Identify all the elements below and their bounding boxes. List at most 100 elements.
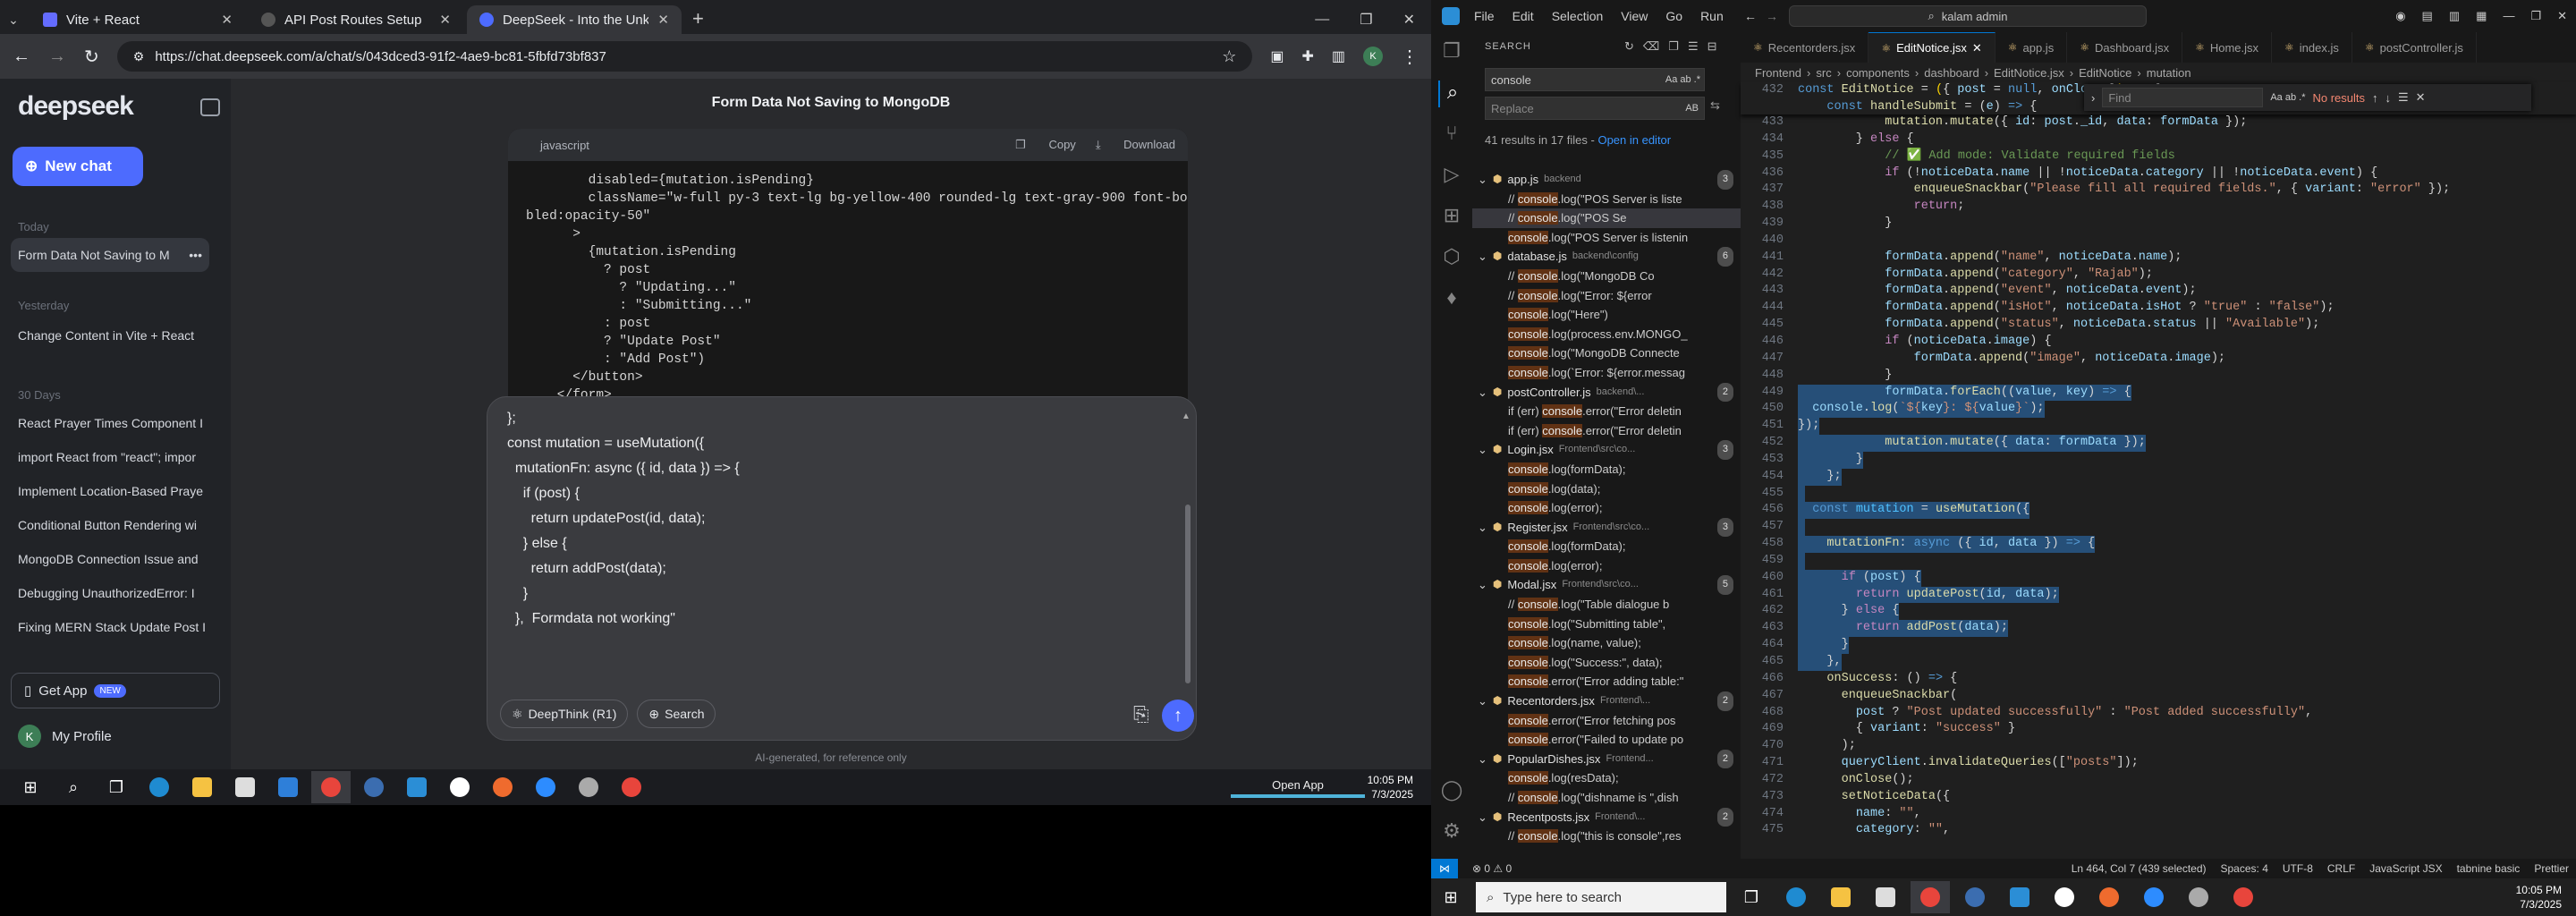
result-file[interactable]: ⌄ ⬢ Register.jsx Frontend\src\co... 3 — [1472, 517, 1741, 538]
windows-start-icon[interactable]: ⊞ — [11, 771, 50, 803]
result-match[interactable]: console.log("POS Server is listenin — [1472, 228, 1741, 248]
replace-all-icon[interactable]: ⇆ — [1710, 98, 1720, 113]
find-options-icon[interactable]: Aa ab .* — [2270, 92, 2305, 103]
reload-icon[interactable]: ↻ — [84, 46, 99, 68]
app-icon[interactable] — [1955, 881, 1995, 913]
taskbar-search[interactable]: ⌕ Type here to search — [1476, 882, 1726, 912]
app-icon[interactable] — [354, 771, 394, 803]
new-chat-button[interactable]: ⊕ New chat — [13, 147, 143, 186]
code-line[interactable]: 461 return updatePost(id, data); — [1741, 586, 2546, 604]
result-file[interactable]: ⌄ ⬢ database.js backend\config 6 — [1472, 247, 1741, 267]
chat-item[interactable]: Change Content in Vite + React — [11, 318, 209, 352]
code-line[interactable]: 460 if (post) { — [1741, 569, 2546, 587]
input-scrollbar[interactable] — [1185, 505, 1191, 683]
prev-match-icon[interactable]: ↑ — [2372, 91, 2378, 105]
collapse-all-icon[interactable]: ⊟ — [1707, 39, 1717, 54]
get-app-button[interactable]: ▯ Get App NEW — [11, 673, 220, 708]
task-view-icon[interactable]: ❐ — [1732, 881, 1771, 913]
code-line[interactable]: 434 } else { — [1741, 131, 2546, 148]
explorer-icon[interactable]: ❐ — [1438, 39, 1465, 66]
editor-tab[interactable]: ⚛ EditNotice.jsx ✕ — [1868, 32, 1996, 63]
result-match[interactable]: // console.log("this is console",res — [1472, 827, 1741, 846]
chrome-icon[interactable] — [1911, 881, 1950, 913]
breadcrumb-item[interactable]: EditNotice — [2079, 66, 2131, 80]
breadcrumb-item[interactable]: dashboard — [1924, 66, 1979, 80]
layout-icon-2[interactable]: ▥ — [2449, 9, 2460, 23]
clock[interactable]: 10:05 PM 7/3/2025 — [2516, 883, 2576, 912]
replace-input[interactable]: Replace AB — [1485, 97, 1705, 120]
result-match[interactable]: // console.log("Table dialogue b — [1472, 595, 1741, 615]
language-mode[interactable]: JavaScript JSX — [2369, 862, 2442, 875]
copilot-icon[interactable]: ◉ — [2395, 9, 2405, 23]
forward-icon[interactable]: → — [48, 47, 66, 67]
result-match[interactable]: console.log(name, value); — [1472, 633, 1741, 653]
command-center[interactable]: ⌕ kalam admin — [1789, 5, 2147, 27]
nav-forward-icon[interactable]: → — [1766, 9, 1778, 23]
breadcrumb-item[interactable]: components — [1846, 66, 1910, 80]
editor-tab[interactable]: ⚛ Home.jsx — [2182, 32, 2273, 63]
result-match[interactable]: console.error("Failed to update po — [1472, 730, 1741, 750]
find-input[interactable]: Find — [2102, 88, 2264, 107]
chat-item[interactable]: Implement Location-Based Praye — [11, 474, 209, 508]
find-in-selection-icon[interactable]: ☰ — [2398, 90, 2409, 105]
search-button[interactable]: ⊕ Search — [637, 700, 716, 728]
code-line[interactable]: 474 name: "", — [1741, 806, 2546, 823]
copy-button[interactable]: ❐ Copy — [1015, 138, 1076, 152]
nav-back-icon[interactable]: ← — [1744, 9, 1757, 23]
new-search-editor-icon[interactable]: ❐ — [1668, 39, 1679, 54]
result-file[interactable]: ⌄ ⬢ postController.js backend\... 2 — [1472, 382, 1741, 403]
postman-icon[interactable] — [2089, 881, 2129, 913]
tab-search-icon[interactable]: ⌄ — [0, 5, 27, 34]
code-line[interactable]: 454 }; — [1741, 468, 2546, 486]
code-line[interactable]: 453 } — [1741, 451, 2546, 469]
back-icon[interactable]: ← — [13, 47, 30, 67]
menu-item[interactable]: File — [1474, 9, 1495, 23]
download-button[interactable]: ⤓ Download — [1096, 138, 1175, 152]
result-file[interactable]: ⌄ ⬢ Recentposts.jsx Frontend\... 2 — [1472, 807, 1741, 827]
chat-item[interactable]: Fixing MERN Stack Update Post I — [11, 610, 209, 644]
menu-item[interactable]: Go — [1665, 9, 1682, 23]
result-match[interactable]: console.error("Error fetching pos — [1472, 711, 1741, 731]
code-line[interactable]: 459 — [1741, 552, 2546, 570]
file-explorer-icon[interactable] — [1821, 881, 1860, 913]
close-icon[interactable]: ✕ — [2557, 9, 2567, 23]
code-line[interactable]: 446 if (noticeData.image) { — [1741, 334, 2546, 351]
deepthink-button[interactable]: ⚛ DeepThink (R1) — [500, 700, 629, 728]
view-as-tree-icon[interactable]: ☰ — [1688, 39, 1699, 54]
zoom-icon[interactable] — [526, 771, 565, 803]
sidepanel-icon[interactable]: ▥ — [1332, 47, 1345, 65]
editor-tab[interactable]: ⚛ postController.js — [2352, 32, 2477, 63]
search-icon[interactable]: ⌕ — [1438, 81, 1465, 107]
next-match-icon[interactable]: ↓ — [2385, 91, 2392, 105]
indentation[interactable]: Spaces: 4 — [2221, 862, 2268, 875]
cursor-position[interactable]: Ln 464, Col 7 (439 selected) — [2072, 862, 2207, 875]
layout-icon[interactable]: ▤ — [2422, 9, 2433, 23]
more-icon[interactable]: ••• — [189, 248, 202, 262]
code-line[interactable]: 440 — [1741, 233, 2546, 250]
breadcrumb-item[interactable]: mutation — [2147, 66, 2191, 80]
close-find-icon[interactable]: ✕ — [2416, 90, 2426, 105]
zoom-icon[interactable] — [2134, 881, 2174, 913]
code-line[interactable]: 447 formData.append("image", noticeData.… — [1741, 351, 2546, 368]
chat-item[interactable]: Debugging UnauthorizedError: I — [11, 576, 209, 610]
encoding[interactable]: UTF-8 — [2283, 862, 2313, 875]
result-match[interactable]: console.log(error); — [1472, 498, 1741, 518]
code-line[interactable]: 436 if (!noticeData.name || !noticeData.… — [1741, 165, 2546, 182]
result-match[interactable]: console.log(formData); — [1472, 460, 1741, 479]
source-control-icon[interactable]: ⑂ — [1438, 122, 1465, 148]
app2-icon[interactable] — [569, 771, 608, 803]
edge-icon[interactable] — [140, 771, 179, 803]
code-line[interactable]: 465 }, — [1741, 654, 2546, 671]
result-file[interactable]: ⌄ ⬢ Recentorders.jsx Frontend\... 2 — [1472, 691, 1741, 711]
result-file[interactable]: ⌄ ⬢ Modal.jsx Frontend\src\co... 5 — [1472, 575, 1741, 596]
code-line[interactable]: 455 — [1741, 485, 2546, 503]
search-icon[interactable]: ⌕ — [54, 771, 93, 803]
menu-item[interactable]: Run — [1700, 9, 1724, 23]
profile-avatar[interactable]: K — [1363, 47, 1383, 66]
result-match[interactable]: console.log(data); — [1472, 479, 1741, 499]
result-match[interactable]: console.log(formData); — [1472, 537, 1741, 556]
remote-icon[interactable]: ⋈ — [1431, 859, 1458, 878]
code-line[interactable]: 441 formData.append("name", noticeData.n… — [1741, 250, 2546, 267]
result-file[interactable]: ⌄ ⬢ app.js backend 3 — [1472, 170, 1741, 190]
message-input-box[interactable]: }; const mutation = useMutation({ mutatio… — [487, 396, 1197, 741]
